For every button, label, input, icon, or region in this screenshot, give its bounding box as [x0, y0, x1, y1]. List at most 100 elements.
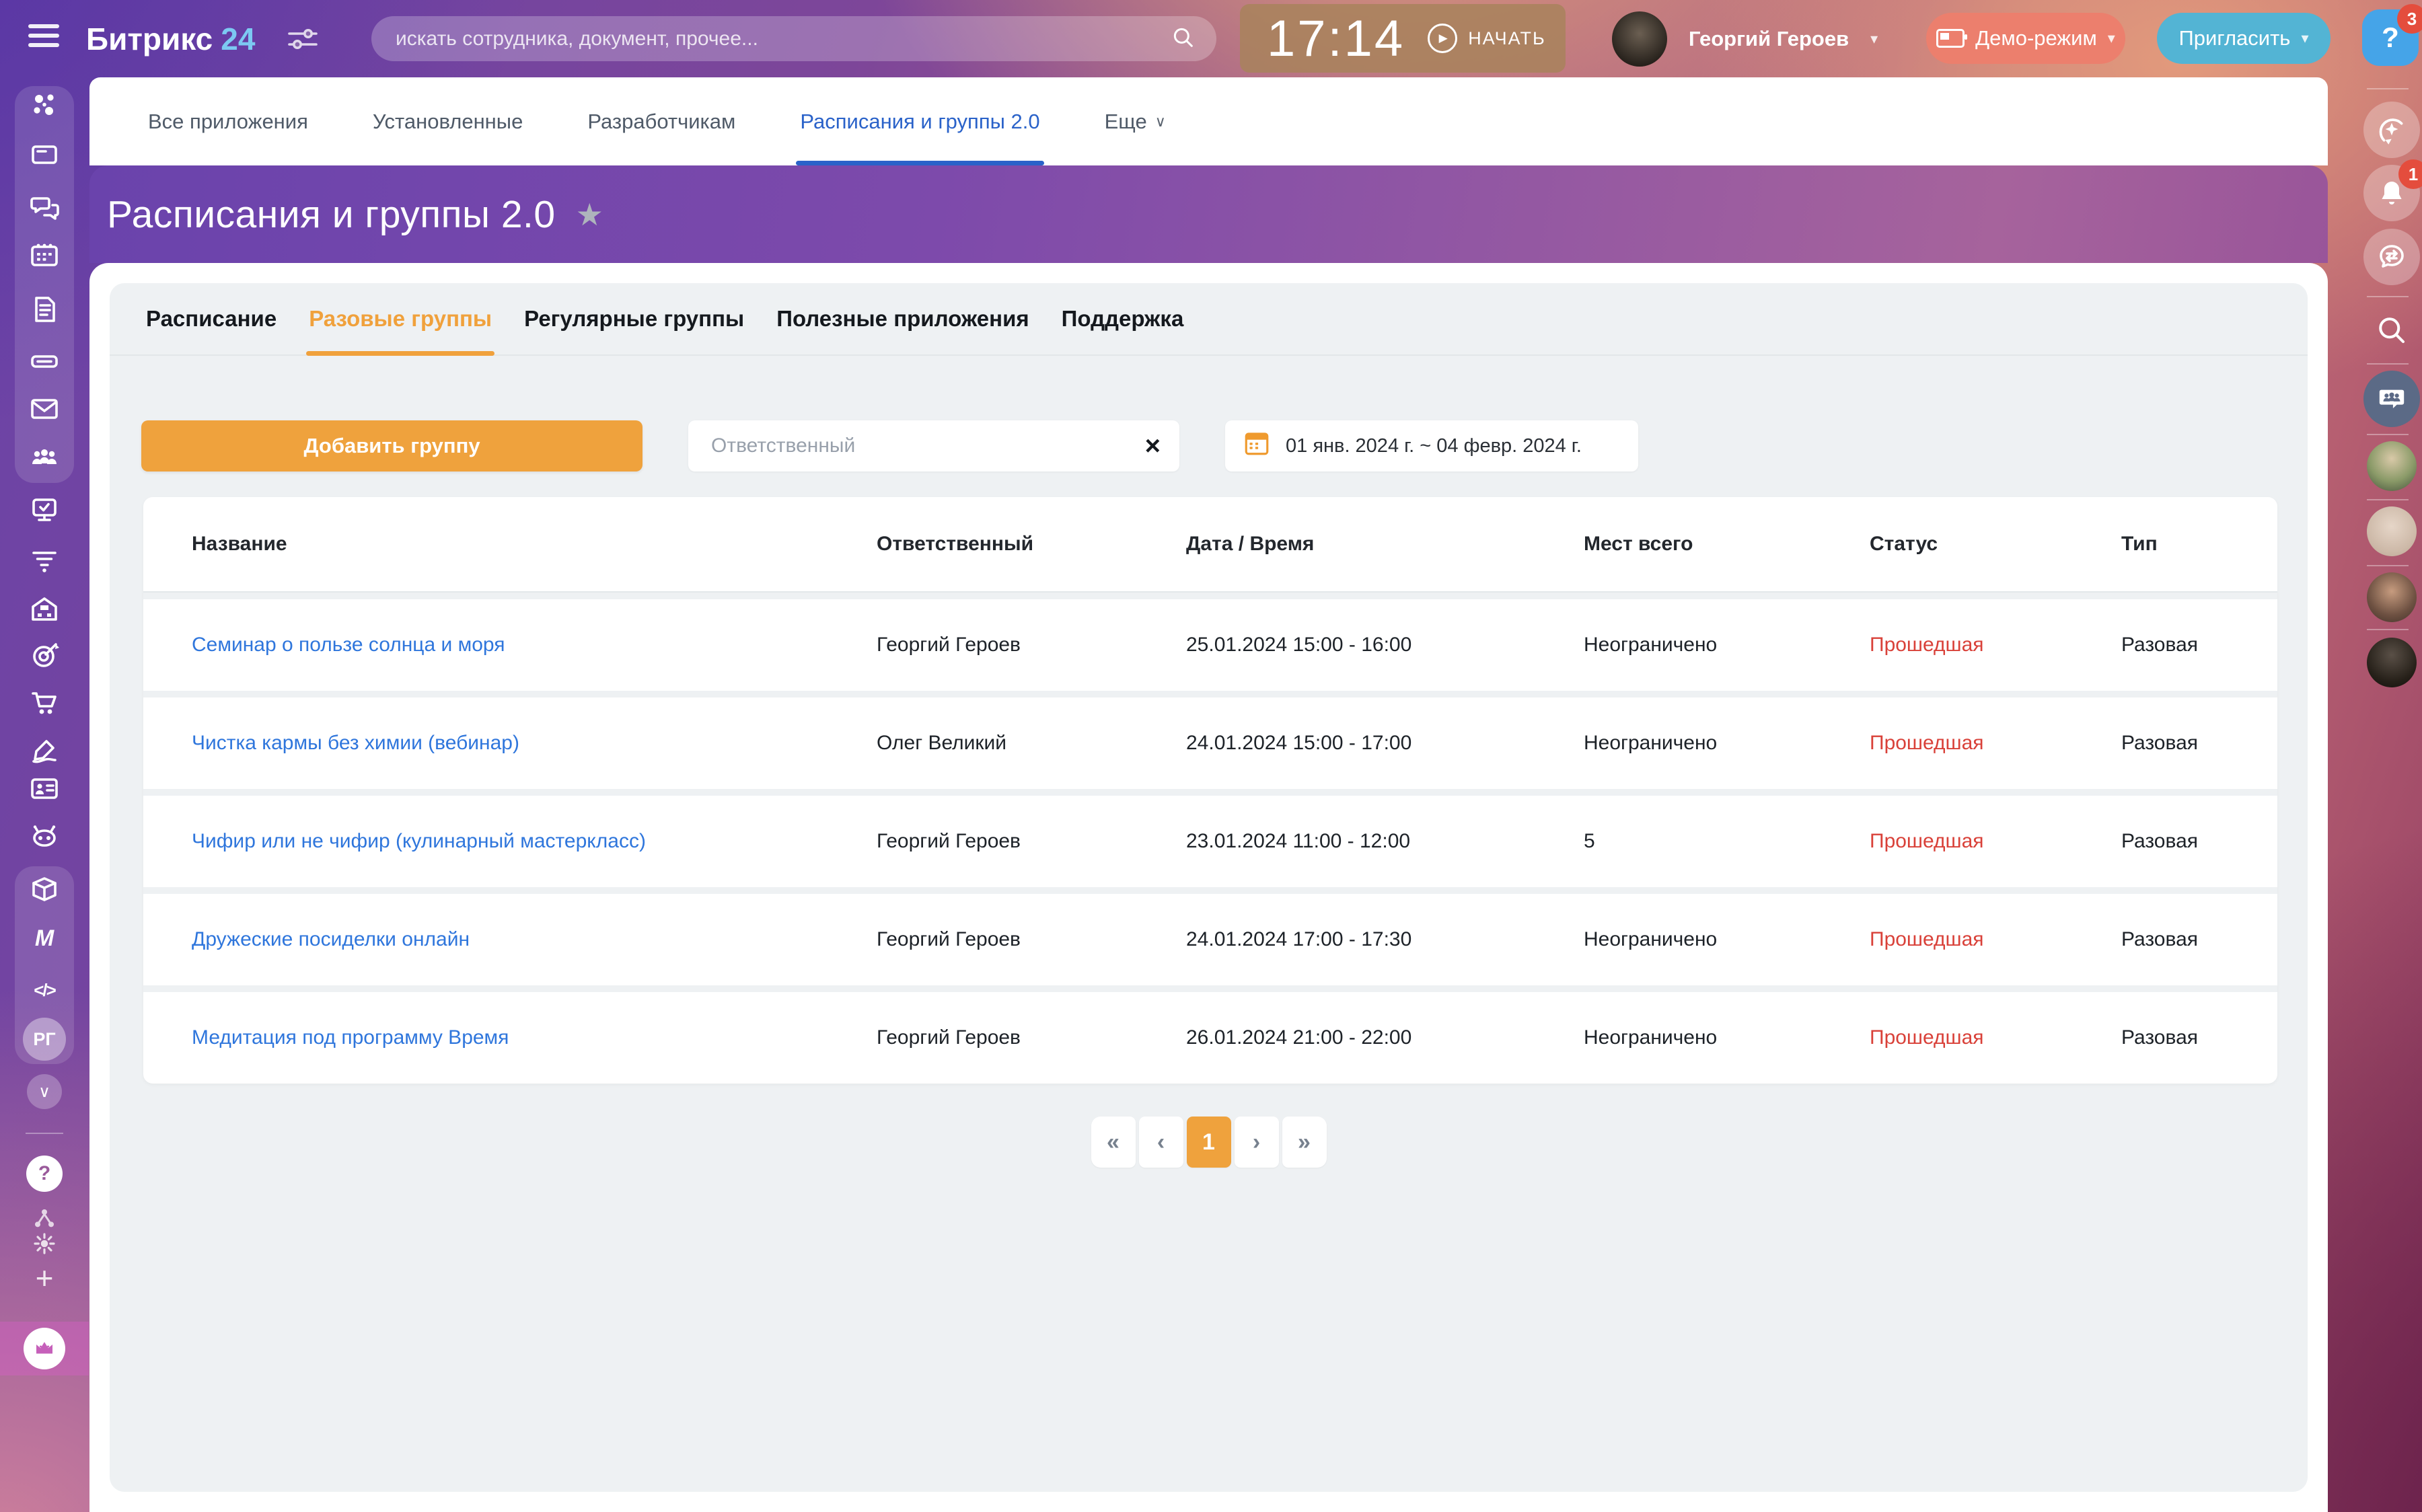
sales-icon[interactable]	[27, 685, 62, 720]
market-icon[interactable]	[27, 872, 62, 907]
tasks-icon[interactable]	[27, 492, 62, 527]
live-feed-icon[interactable]	[27, 87, 62, 122]
start-workday-button[interactable]: ▶ НАЧАТЬ	[1428, 24, 1546, 53]
clear-filter-icon[interactable]: ×	[1145, 432, 1161, 459]
main-content: Все приложения Установленные Разработчик…	[89, 77, 2328, 1512]
rail-divider	[2367, 629, 2409, 630]
cell-datetime: 23.01.2024 11:00 - 12:00	[1186, 830, 1584, 853]
sliders-icon[interactable]	[285, 23, 320, 59]
tab-support[interactable]: Поддержка	[1059, 283, 1187, 354]
global-search-input[interactable]: искать сотрудника, документ, прочее...	[371, 16, 1216, 61]
mail-icon[interactable]	[27, 391, 62, 426]
tab-regular-groups[interactable]: Регулярные группы	[521, 283, 747, 354]
top-bar: Битрикс 24 искать сотрудника, документ, …	[0, 0, 2422, 77]
favorite-star-icon[interactable]: ★	[576, 196, 603, 233]
demo-mode-button[interactable]: Демо-режим ▾	[1926, 13, 2125, 64]
time-tracker-widget[interactable]: 17:14 ▶ НАЧАТЬ	[1240, 4, 1566, 73]
date-range-value: 01 янв. 2024 г. ~ 04 февр. 2024 г.	[1286, 435, 1582, 457]
tariff-crown-button[interactable]	[0, 1322, 89, 1375]
mobile-icon[interactable]: M	[27, 921, 62, 956]
search-icon[interactable]	[2364, 309, 2418, 350]
filter-row: Добавить группу Ответственный × 01 янв. …	[141, 420, 2308, 471]
calendar-icon[interactable]	[27, 238, 62, 273]
add-item-icon[interactable]: +	[27, 1260, 62, 1296]
notifications-bell-icon[interactable]: 1	[2363, 165, 2420, 221]
rail-divider	[2367, 499, 2409, 500]
battery-icon	[1936, 29, 1965, 48]
documents-icon[interactable]	[27, 292, 62, 327]
table-row: Медитация под программу Время Георгий Ге…	[143, 985, 2277, 1084]
tab-all-apps[interactable]: Все приложения	[148, 77, 308, 165]
avatar[interactable]	[2367, 441, 2417, 491]
date-range-filter[interactable]: 01 янв. 2024 г. ~ 04 февр. 2024 г.	[1225, 420, 1638, 471]
tab-schedule[interactable]: Расписание	[143, 283, 279, 354]
contacts-icon[interactable]	[27, 771, 62, 806]
cell-seats: Неограничено	[1584, 732, 1870, 755]
add-group-button[interactable]: Добавить группу	[141, 420, 643, 471]
marketing-icon[interactable]	[27, 638, 62, 673]
page-current[interactable]: 1	[1187, 1117, 1231, 1168]
page-last-button[interactable]: »	[1282, 1117, 1327, 1168]
logo[interactable]: Битрикс 24	[86, 0, 255, 77]
group-link[interactable]: Медитация под программу Время	[192, 1026, 877, 1049]
kanban-icon[interactable]	[27, 137, 62, 172]
copilot-icon[interactable]	[2363, 102, 2420, 158]
invite-button[interactable]: Пригласить ▾	[2157, 13, 2331, 64]
messenger-sync-icon[interactable]	[2363, 229, 2420, 285]
right-sidebar: ? 3 1	[2347, 0, 2422, 1512]
group-link[interactable]: Чифир или не чифир (кулинарный мастеркла…	[192, 830, 877, 853]
collapse-icon[interactable]: ∨	[27, 1074, 62, 1109]
settings-gear-icon[interactable]	[27, 1226, 62, 1261]
tab-developers[interactable]: Разработчикам	[587, 77, 735, 165]
more-label: Еще	[1105, 110, 1147, 134]
tab-installed[interactable]: Установленные	[373, 77, 523, 165]
cell-seats: Неограничено	[1584, 928, 1870, 951]
question-icon: ?	[2382, 22, 2399, 54]
company-icon[interactable]	[27, 591, 62, 626]
tab-schedules-groups[interactable]: Расписания и группы 2.0	[800, 77, 1039, 165]
pagination: « ‹ 1 › »	[110, 1117, 2308, 1168]
play-icon: ▶	[1428, 24, 1457, 53]
avatar[interactable]	[2367, 638, 2417, 687]
table-header-row: Название Ответственный Дата / Время Мест…	[143, 497, 2277, 593]
structure-icon[interactable]	[27, 1184, 62, 1219]
group-chat-icon[interactable]	[2363, 371, 2420, 427]
crm-icon[interactable]	[27, 542, 62, 577]
tab-more[interactable]: Еще ∨	[1105, 77, 1166, 165]
sign-icon[interactable]	[27, 732, 62, 767]
search-icon[interactable]	[1169, 24, 1196, 54]
page-header: Расписания и группы 2.0 ★	[89, 165, 2328, 263]
page-prev-button[interactable]: ‹	[1139, 1117, 1183, 1168]
cell-responsible: Георгий Героев	[877, 928, 1186, 951]
col-header-responsible: Ответственный	[877, 533, 1186, 556]
avatar[interactable]	[2367, 572, 2417, 622]
messenger-icon[interactable]	[27, 190, 62, 225]
responsible-filter-input[interactable]: Ответственный ×	[688, 420, 1179, 471]
app-inner-tabs: Расписание Разовые группы Регулярные гру…	[110, 283, 2308, 356]
current-app-avatar[interactable]: РГ	[23, 1018, 66, 1061]
user-avatar[interactable]	[1612, 11, 1667, 67]
caret-down-icon: ▾	[1870, 30, 1878, 48]
page-next-button[interactable]: ›	[1235, 1117, 1279, 1168]
page-first-button[interactable]: «	[1091, 1117, 1136, 1168]
devops-icon[interactable]: </>	[27, 973, 62, 1008]
status-badge: Прошедшая	[1870, 732, 2121, 755]
drive-icon[interactable]	[27, 344, 62, 379]
hamburger-menu-icon[interactable]	[28, 24, 59, 52]
cell-datetime: 24.01.2024 15:00 - 17:00	[1186, 732, 1584, 755]
clock-time: 17:14	[1267, 9, 1405, 68]
ai-icon[interactable]	[27, 820, 62, 855]
avatar[interactable]	[2367, 506, 2417, 556]
logo-text: Битрикс	[86, 21, 213, 57]
status-badge: Прошедшая	[1870, 830, 2121, 853]
demo-mode-label: Демо-режим	[1975, 26, 2097, 50]
group-link[interactable]: Семинар о пользе солнца и моря	[192, 634, 877, 656]
group-link[interactable]: Чистка кармы без химии (вебинар)	[192, 732, 877, 755]
help-button[interactable]: ? 3	[2362, 9, 2419, 66]
group-link[interactable]: Дружеские посиделки онлайн	[192, 928, 877, 951]
user-menu[interactable]: Георгий Героев ▾	[1612, 0, 1878, 77]
tab-single-groups[interactable]: Разовые группы	[306, 283, 494, 354]
tab-useful-apps[interactable]: Полезные приложения	[774, 283, 1031, 354]
employees-icon[interactable]	[27, 440, 62, 475]
cell-responsible: Георгий Героев	[877, 634, 1186, 656]
